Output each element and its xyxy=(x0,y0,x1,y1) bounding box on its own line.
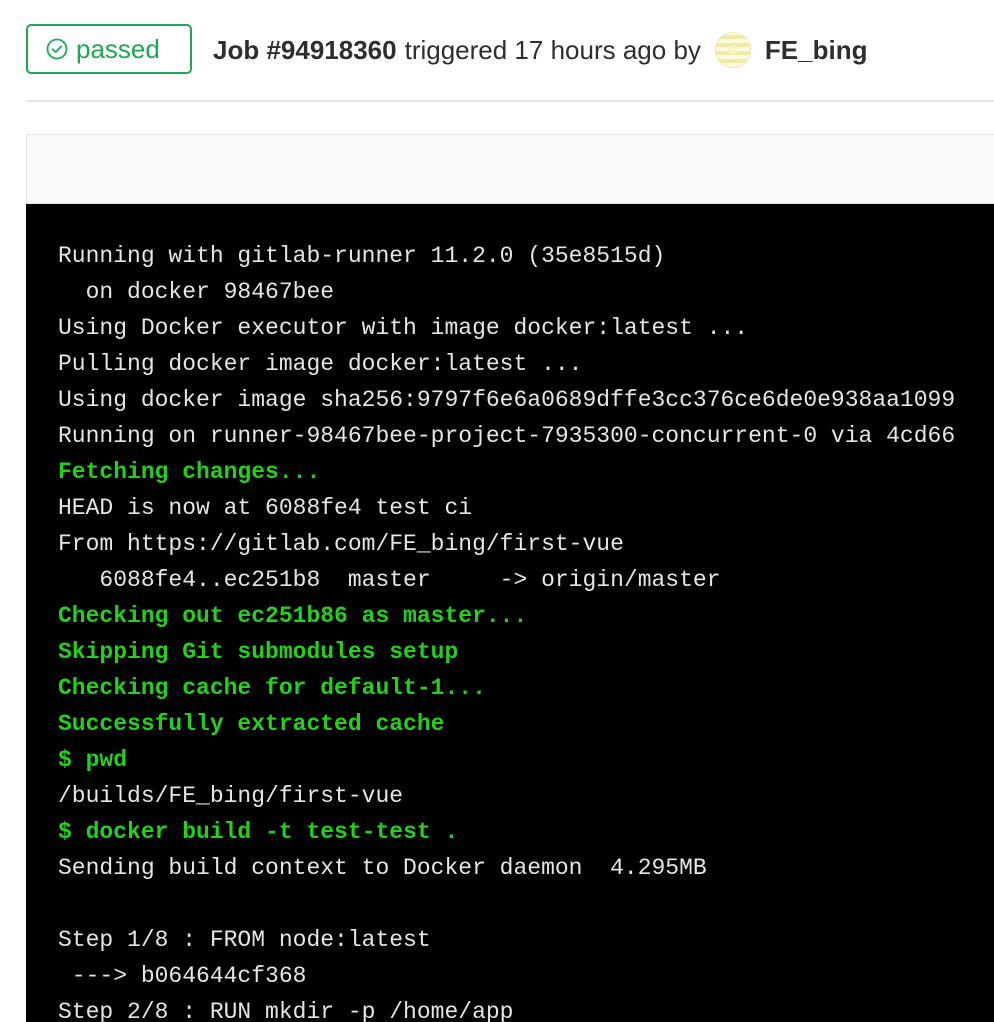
log-line: ---> b064644cf368 xyxy=(58,963,307,989)
log-line: Using Docker executor with image docker:… xyxy=(58,315,749,341)
log-line: Checking out ec251b86 as master... xyxy=(58,603,528,629)
log-line: Checking cache for default-1... xyxy=(58,675,486,701)
job-log[interactable]: Running with gitlab-runner 11.2.0 (35e85… xyxy=(26,204,994,1022)
log-line: Skipping Git submodules setup xyxy=(58,639,459,665)
log-line: 6088fe4..ec251b8 master -> origin/master xyxy=(58,567,721,593)
log-line: From https://gitlab.com/FE_bing/first-vu… xyxy=(58,531,624,557)
log-line: $ docker build -t test-test . xyxy=(58,819,459,845)
log-lines: Running with gitlab-runner 11.2.0 (35e85… xyxy=(58,238,994,1022)
log-line: Step 2/8 : RUN mkdir -p /home/app xyxy=(58,999,514,1022)
status-label: passed xyxy=(76,33,160,64)
job-title: Job #94918360 xyxy=(213,34,397,65)
log-line: HEAD is now at 6088fe4 test ci xyxy=(58,495,473,521)
log-line: Step 1/8 : FROM node:latest xyxy=(58,927,431,953)
log-line: Running on runner-98467bee-project-79353… xyxy=(58,423,956,449)
log-line: Running with gitlab-runner 11.2.0 (35e85… xyxy=(58,243,666,269)
log-line: Successfully extracted cache xyxy=(58,711,445,737)
log-line: /builds/FE_bing/first-vue xyxy=(58,783,404,809)
log-line: on docker 98467bee xyxy=(58,279,335,305)
status-badge[interactable]: passed xyxy=(26,24,192,74)
triggered-text: triggered 17 hours ago by xyxy=(404,34,701,65)
log-line: Sending build context to Docker daemon 4… xyxy=(58,855,707,881)
user-name-link[interactable]: FE_bing xyxy=(765,35,868,66)
log-line: Fetching changes... xyxy=(58,459,321,485)
log-line: Pulling docker image docker:latest ... xyxy=(58,351,583,377)
check-circle-icon xyxy=(46,38,68,60)
log-line: Using docker image sha256:9797f6e6a0689d… xyxy=(58,387,956,413)
header-divider xyxy=(26,100,994,102)
log-line: $ pwd xyxy=(58,747,128,773)
avatar[interactable] xyxy=(714,32,751,68)
job-header: passed Job #94918360 triggered 17 hours … xyxy=(0,0,994,100)
log-toolbar xyxy=(26,134,994,204)
job-info: Job #94918360 triggered 17 hours ago by … xyxy=(213,30,867,70)
